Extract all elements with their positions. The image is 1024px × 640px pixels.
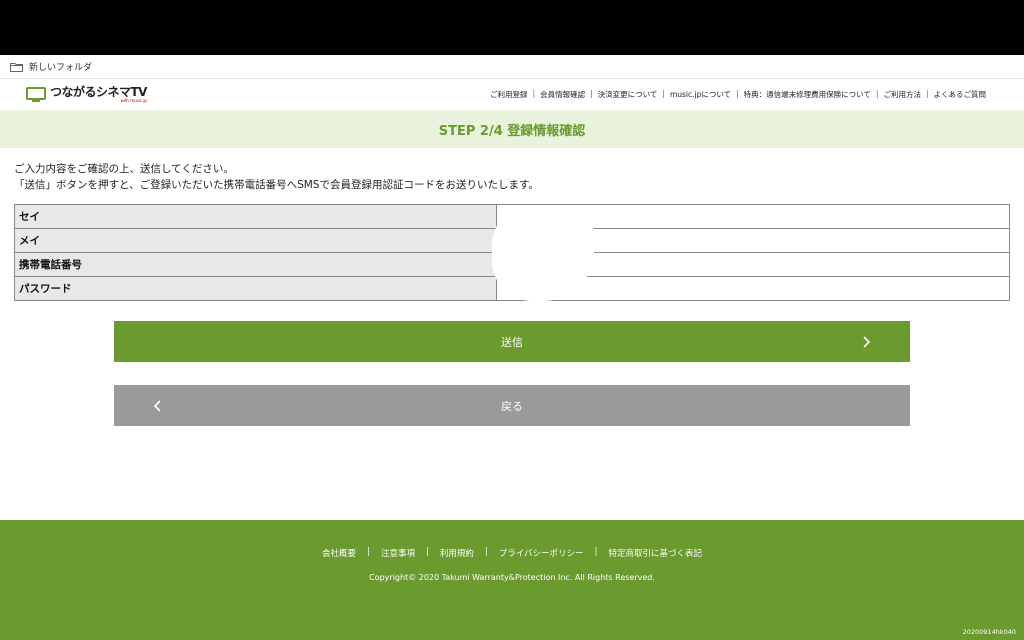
header-nav: ご利用登録 | 会員情報確認 | 決済変更について | music.jpについて… [490,89,986,100]
logo-text: つながるシネマTV [50,85,147,99]
bookmarks-bar: 新しいフォルダ [0,55,1024,79]
instructions: ご入力内容をご確認の上、送信してください。 「送信」ボタンを押すと、ご登録いただ… [0,148,1024,193]
back-button[interactable]: 戻る [114,385,910,426]
tv-icon [26,86,46,102]
instruction-line-1: ご入力内容をご確認の上、送信してください。 [14,163,234,175]
nav-member-info[interactable]: 会員情報確認 [540,89,585,100]
nav-insurance[interactable]: 特典：通信端末修理費用保険について [744,89,871,100]
footer-separator: | [425,547,429,557]
nav-separator: | [662,89,665,98]
footer-separator: | [484,547,488,557]
build-id: 20200914hk040 [962,628,1016,636]
footer-link-commerce-law[interactable]: 特定商取引に基づく表記 [608,547,702,559]
row-label-phone: 携帯電話番号 [14,252,497,277]
chevron-right-icon [863,335,871,348]
footer-link-notes[interactable]: 注意事項 [381,547,415,559]
site-header: つながるシネマTV with music.jp ご利用登録 | 会員情報確認 |… [0,79,1024,110]
nav-how-to-use[interactable]: ご利用方法 [883,89,921,100]
footer-link-terms[interactable]: 利用規約 [440,547,474,559]
nav-registration[interactable]: ご利用登録 [490,89,528,100]
nav-separator: | [590,89,593,98]
footer-separator: | [367,547,370,557]
page: 新しいフォルダ つながるシネマTV with music.jp ご利用登録 | … [0,55,1024,640]
copyright: Copyright© 2020 Takumi Warranty&Protecti… [369,573,655,582]
row-label-password: パスワード [14,276,497,301]
step-title: STEP 2/4 登録情報確認 [0,110,1024,148]
submit-button-label: 送信 [501,335,523,349]
nav-payment-change[interactable]: 決済変更について [598,89,658,100]
folder-icon [10,62,23,72]
site-logo[interactable]: つながるシネマTV with music.jp [26,86,147,103]
row-label-sei: セイ [14,204,497,229]
nav-separator: | [925,89,929,98]
nav-separator: | [875,89,879,98]
footer-links: 会社概要 | 注意事項 | 利用規約 | プライバシーポリシー | 特定商取引に… [0,547,1024,559]
bookmark-folder-link[interactable]: 新しいフォルダ [29,60,92,73]
redaction-overlay [492,205,594,301]
submit-button[interactable]: 送信 [114,321,910,362]
nav-separator: | [736,89,739,98]
nav-separator: | [532,89,536,98]
site-footer: 会社概要 | 注意事項 | 利用規約 | プライバシーポリシー | 特定商取引に… [0,520,1024,640]
nav-about-music-jp[interactable]: music.jpについて [670,89,731,100]
back-button-label: 戻る [501,399,523,413]
footer-link-company[interactable]: 会社概要 [322,547,356,559]
footer-link-privacy[interactable]: プライバシーポリシー [499,547,584,559]
footer-separator: | [594,547,598,557]
chevron-left-icon [153,399,161,412]
browser-top-bar [0,0,1024,55]
nav-faq[interactable]: よくあるご質問 [934,89,987,100]
row-label-mei: メイ [14,228,497,253]
instruction-line-2: 「送信」ボタンを押すと、ご登録いただいた携帯電話番号へSMSで会員登録用認証コー… [14,179,539,191]
